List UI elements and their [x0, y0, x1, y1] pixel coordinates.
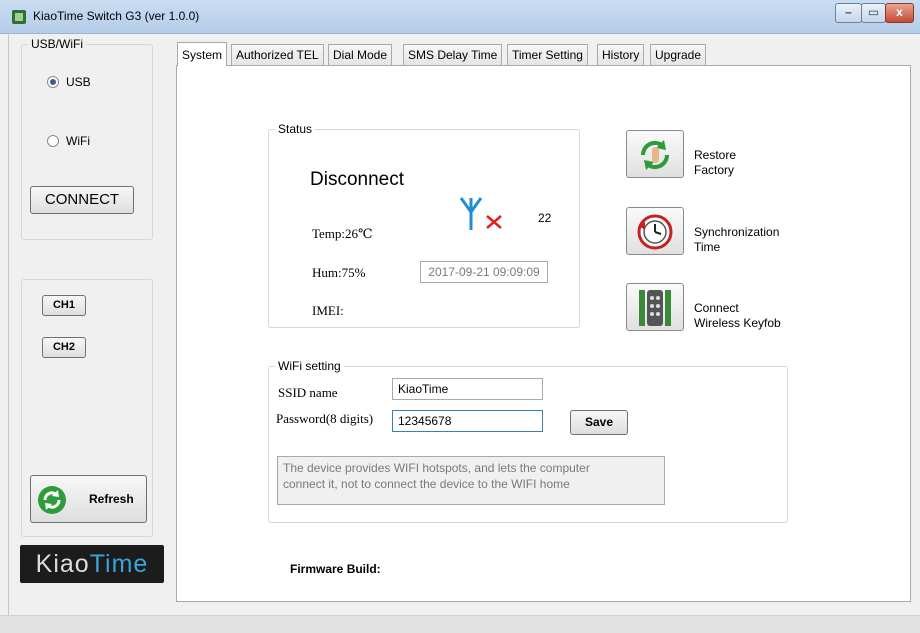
tab-history[interactable]: History	[597, 44, 645, 66]
ch2-button[interactable]: CH2	[42, 337, 86, 358]
tab-sms-delay-time[interactable]: SMS Delay Time	[403, 44, 503, 66]
window-title: KiaoTime Switch G3 (ver 1.0.0)	[33, 9, 200, 23]
synchronization-time-button[interactable]	[626, 207, 684, 255]
wifi-setting-group-title: WiFi setting	[275, 359, 344, 373]
radio-usb[interactable]: USB	[47, 75, 91, 89]
humidity-readout: Hum:75%	[312, 265, 366, 280]
tab-timer-setting[interactable]: Timer Setting	[507, 44, 588, 66]
usb-wifi-group-title: USB/WiFi	[28, 37, 86, 51]
sync-label-line1: Synchronization	[694, 225, 780, 239]
keyfob-icon	[639, 290, 671, 326]
title-bar: KiaoTime Switch G3 (ver 1.0.0) – ▭ x	[0, 0, 920, 34]
maximize-button[interactable]: ▭	[861, 3, 886, 23]
window-left-border	[8, 34, 9, 615]
imei-readout: IMEI:	[312, 303, 344, 318]
app-icon	[12, 10, 26, 24]
restore-label-line2: Factory	[694, 163, 735, 177]
ssid-label: SSID name	[278, 385, 338, 400]
save-button[interactable]: Save	[570, 410, 628, 435]
kiaotime-logo: KiaoTime	[20, 545, 164, 583]
refresh-button[interactable]: Refresh	[30, 475, 147, 523]
radio-wifi-label: WiFi	[66, 134, 90, 148]
password-input[interactable]: 12345678	[392, 410, 543, 432]
keyfob-label-line2: Wireless Keyfob	[694, 316, 781, 330]
restore-factory-icon	[640, 140, 670, 170]
window-bottom-strip	[0, 615, 920, 633]
radio-wifi[interactable]: WiFi	[47, 134, 90, 148]
status-group-title: Status	[275, 122, 316, 136]
refresh-icon	[38, 486, 66, 514]
ch1-button[interactable]: CH1	[42, 295, 86, 316]
close-button[interactable]: x	[885, 3, 914, 23]
sync-clock-icon	[637, 214, 673, 250]
firmware-build-label: Firmware Build:	[290, 562, 381, 576]
ssid-input[interactable]: KiaoTime	[392, 378, 543, 400]
tab-system[interactable]: System	[177, 42, 228, 66]
device-datetime-field: 2017-09-21 09:09:09	[420, 261, 548, 283]
wifi-note-line2: connect it, not to connect the device to…	[283, 477, 570, 491]
wifi-note-line1: The device provides WIFI hotspots, and l…	[283, 461, 590, 475]
synchronization-time-label: Synchronization Time	[694, 225, 779, 255]
restore-factory-label: Restore Factory	[694, 148, 736, 178]
connect-wireless-keyfob-label: Connect Wireless Keyfob	[694, 301, 781, 331]
radio-wifi-dot	[47, 135, 59, 147]
minimize-button[interactable]: –	[835, 3, 862, 23]
restore-factory-button[interactable]	[626, 130, 684, 178]
refresh-label: Refresh	[89, 492, 134, 506]
tab-authorized-tel[interactable]: Authorized TEL	[231, 44, 324, 66]
radio-usb-dot	[47, 76, 59, 88]
minimize-icon: –	[845, 5, 852, 19]
keyfob-label-line1: Connect	[694, 301, 739, 315]
logo-text-a: Kiao	[35, 550, 90, 578]
restore-label-line1: Restore	[694, 148, 737, 162]
maximize-icon: ▭	[867, 5, 880, 19]
signal-value: 22	[538, 211, 552, 225]
tab-dial-mode[interactable]: Dial Mode	[328, 44, 393, 66]
password-label: Password(8 digits)	[276, 411, 374, 426]
connect-button[interactable]: CONNECT	[30, 186, 134, 214]
temperature-readout: Temp:26℃	[312, 226, 373, 241]
sync-label-line2: Time	[694, 240, 721, 254]
wifi-info-note: The device provides WIFI hotspots, and l…	[277, 456, 665, 505]
signal-antenna-icon	[459, 197, 502, 230]
close-icon: x	[896, 5, 903, 19]
radio-usb-label: USB	[66, 75, 91, 89]
logo-text-b: Time	[89, 550, 149, 578]
tab-upgrade[interactable]: Upgrade	[650, 44, 707, 66]
connect-wireless-keyfob-button[interactable]	[626, 283, 684, 331]
connection-status: Disconnect	[310, 169, 404, 190]
